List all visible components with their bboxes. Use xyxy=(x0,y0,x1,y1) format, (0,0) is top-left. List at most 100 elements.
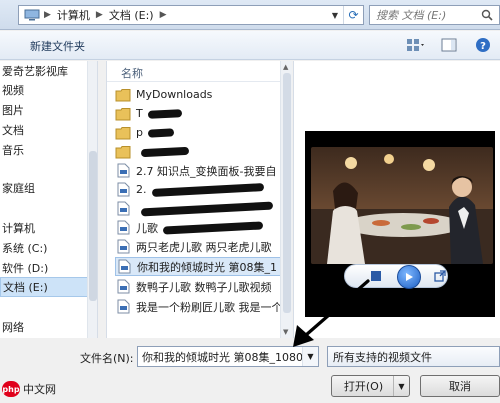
nav-item-drive-e[interactable]: 文档 (E:) xyxy=(0,277,88,297)
folder-icon xyxy=(115,144,131,160)
list-item[interactable]: MyDownloads xyxy=(115,85,281,104)
address-history-dropdown-icon[interactable]: ▼ xyxy=(327,6,343,24)
list-item-name: 我是一个粉刷匠儿歌 我是一个 xyxy=(136,300,281,314)
nav-item-pictures[interactable]: 图片 xyxy=(0,100,88,120)
video-file-icon xyxy=(116,259,132,275)
file-list-scrollbar[interactable]: ▲ ▼ xyxy=(280,61,292,338)
open-button-label: 打开(O) xyxy=(343,380,384,393)
cancel-button-label: 取消 xyxy=(449,380,471,393)
nav-item-label: 软件 (D:) xyxy=(2,262,49,275)
list-item-name: 2. xyxy=(136,183,147,196)
list-item[interactable]: 2.7 知识点_变换面板-我要自 xyxy=(115,161,281,180)
list-item-name: 两只老虎儿歌 两只老虎儿歌 xyxy=(136,240,272,254)
redaction-scribble xyxy=(162,220,264,235)
list-item-name: 2.7 知识点_变换面板-我要自 xyxy=(136,164,277,178)
fullscreen-icon[interactable] xyxy=(434,270,446,282)
filename-input[interactable]: 你和我的倾城时光 第08集_1080P ▼ xyxy=(137,346,319,367)
filename-dropdown-icon[interactable]: ▼ xyxy=(302,347,318,366)
preview-pane xyxy=(293,61,500,338)
breadcrumb-drive-e[interactable]: 文档 (E:) xyxy=(106,6,157,24)
cancel-button[interactable]: 取消 xyxy=(420,375,500,397)
filename-value: 你和我的倾城时光 第08集_1080P xyxy=(142,350,310,364)
open-button[interactable]: 打开(O) ▼ xyxy=(331,375,410,397)
nav-item-label: 家庭组 xyxy=(2,182,35,195)
folder-icon xyxy=(115,106,131,122)
filetype-value: 所有支持的视频文件 xyxy=(333,350,432,364)
filename-label: 文件名(N): xyxy=(80,352,134,365)
nav-item-label: 计算机 xyxy=(2,222,35,235)
list-item[interactable] xyxy=(115,199,281,218)
search-input[interactable] xyxy=(376,8,476,22)
nav-item-drive-c[interactable]: 系统 (C:) xyxy=(0,238,88,258)
file-list-scrollbar-thumb[interactable] xyxy=(283,73,291,313)
column-header-name[interactable]: 名称 xyxy=(121,65,143,81)
list-item[interactable]: 两只老虎儿歌 两只老虎儿歌 xyxy=(115,237,281,256)
video-file-icon xyxy=(115,299,131,315)
video-frame-thumbnail xyxy=(311,147,493,264)
stop-icon[interactable] xyxy=(371,271,381,281)
list-item[interactable]: T xyxy=(115,104,281,123)
nav-item-music[interactable]: 音乐 xyxy=(0,140,88,160)
open-options-dropdown-icon[interactable]: ▼ xyxy=(393,376,409,396)
search-box[interactable] xyxy=(369,5,500,25)
list-item-name: 你和我的倾城时光 第08集_1 xyxy=(137,260,277,274)
view-options-icon[interactable] xyxy=(404,36,426,54)
nav-item-label: 文档 (E:) xyxy=(3,281,48,294)
address-bar-area: ▶ 计算机 ▶ 文档 (E:) ▶ ▼ ⟳ xyxy=(0,0,500,30)
preview-pane-icon[interactable] xyxy=(438,36,460,54)
redaction-scribble xyxy=(147,127,175,138)
list-item-name: 儿歌 xyxy=(136,221,158,235)
redaction-scribble xyxy=(151,182,264,197)
nav-item-label: 网络 xyxy=(2,321,24,334)
list-item[interactable]: p xyxy=(115,123,281,142)
list-item[interactable]: 儿歌 xyxy=(115,218,281,237)
player-controls xyxy=(344,264,448,288)
nav-item-videos[interactable]: 视频 xyxy=(0,80,88,100)
video-file-icon xyxy=(115,201,131,217)
video-file-icon xyxy=(115,182,131,198)
nav-item-label: 图片 xyxy=(2,104,24,117)
breadcrumb-separator-icon[interactable]: ▶ xyxy=(157,10,170,20)
redaction-scribble xyxy=(140,201,274,216)
nav-item-computer[interactable]: 计算机 xyxy=(0,218,88,238)
nav-item-homegroup[interactable]: 家庭组 xyxy=(0,178,88,198)
breadcrumb-separator-icon[interactable]: ▶ xyxy=(93,10,106,20)
computer-icon xyxy=(23,8,41,22)
breadcrumb-computer[interactable]: 计算机 xyxy=(54,6,93,24)
list-item[interactable]: 数鸭子儿歌 数鸭子儿歌视频 xyxy=(115,277,281,296)
search-icon[interactable] xyxy=(481,9,493,21)
video-file-icon xyxy=(115,239,131,255)
list-item-selected[interactable]: 你和我的倾城时光 第08集_1 xyxy=(115,257,281,276)
video-preview xyxy=(305,131,495,317)
filetype-select[interactable]: 所有支持的视频文件 xyxy=(327,346,500,367)
breadcrumb-separator-icon[interactable]: ▶ xyxy=(41,10,54,20)
address-bar[interactable]: ▶ 计算机 ▶ 文档 (E:) ▶ ▼ ⟳ xyxy=(18,5,364,25)
nav-item-documents[interactable]: 文档 xyxy=(0,120,88,140)
redaction-scribble xyxy=(147,108,182,119)
list-item-name: T xyxy=(136,107,143,120)
redaction-scribble xyxy=(140,146,190,157)
nav-item-drive-d[interactable]: 软件 (D:) xyxy=(0,258,88,278)
folder-icon xyxy=(115,87,131,103)
list-item[interactable] xyxy=(115,142,281,161)
nav-item-network[interactable]: 网络 xyxy=(0,317,88,337)
new-folder-button[interactable]: 新建文件夹 xyxy=(30,38,85,54)
svg-text:?: ? xyxy=(480,41,486,52)
video-file-icon xyxy=(115,163,131,179)
nav-scrollbar[interactable] xyxy=(87,61,97,338)
list-item[interactable]: 2. xyxy=(115,180,281,199)
nav-item-label: 文档 xyxy=(2,124,24,137)
nav-item-label: 视频 xyxy=(2,84,24,97)
help-icon[interactable]: ? xyxy=(472,36,494,54)
nav-scrollbar-thumb[interactable] xyxy=(89,151,97,301)
nav-item-iqiyi-library[interactable]: 爱奇艺影视库 xyxy=(0,61,88,81)
play-icon[interactable] xyxy=(397,265,421,289)
scroll-down-icon[interactable]: ▼ xyxy=(283,328,288,336)
toolbar: 新建文件夹 ? xyxy=(0,31,500,60)
refresh-icon[interactable]: ⟳ xyxy=(343,6,363,24)
column-header-divider xyxy=(107,81,281,82)
list-item[interactable]: 我是一个粉刷匠儿歌 我是一个 xyxy=(115,297,281,316)
scroll-up-icon[interactable]: ▲ xyxy=(283,63,288,71)
navigation-pane: 爱奇艺影视库 视频 图片 文档 音乐 家庭组 计算机 系统 (C:) 软件 (D… xyxy=(0,61,98,338)
nav-item-label: 爱奇艺影视库 xyxy=(2,65,68,78)
